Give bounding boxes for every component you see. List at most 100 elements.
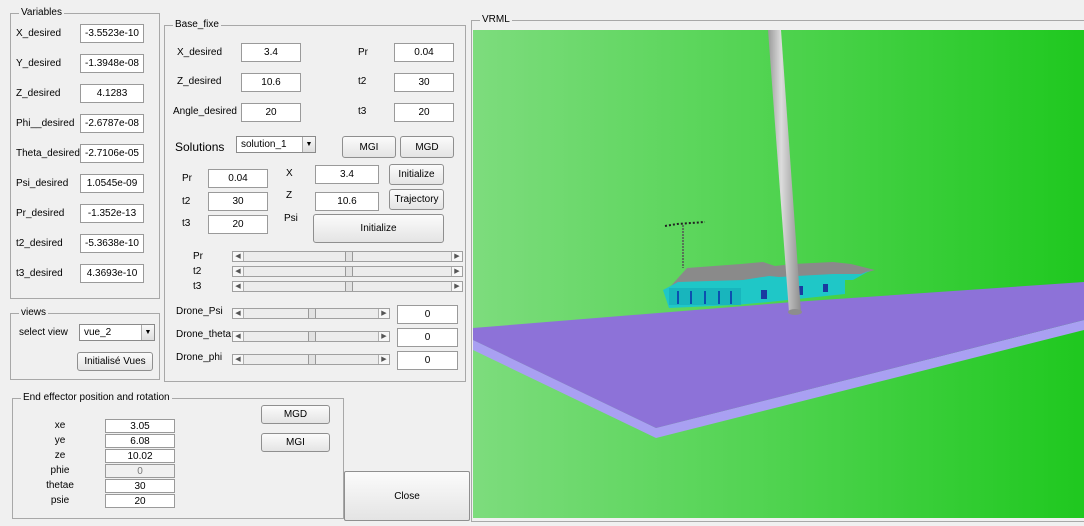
variable-value-field[interactable]: -5.3638e-10 [80, 234, 144, 253]
z-desired-field[interactable]: 10.6 [241, 73, 301, 92]
variable-value-field[interactable]: -3.5523e-10 [80, 24, 144, 43]
ee-label: phie [50, 465, 70, 476]
ee-value-field: 10.02 [105, 449, 175, 463]
variable-label: t2_desired [16, 238, 63, 249]
chevron-down-icon[interactable]: ▼ [141, 325, 154, 340]
pr2-field[interactable]: 0.04 [208, 169, 268, 188]
slider-thumb[interactable] [308, 332, 316, 341]
ee-label: psie [50, 495, 70, 506]
mgd-button[interactable]: MGD [400, 136, 454, 158]
ee-mgd-button[interactable]: MGD [261, 405, 330, 424]
t2-label: t2 [358, 76, 367, 87]
variable-label: Theta_desired [16, 148, 80, 159]
mgi-button[interactable]: MGI [342, 136, 396, 158]
slider-left-arrow-icon[interactable]: ◀ [233, 282, 244, 291]
slider-label: Pr [193, 251, 203, 262]
vrml-pole-base [788, 309, 802, 315]
x-desired-field[interactable]: 3.4 [241, 43, 301, 62]
initialise-views-button[interactable]: Initialisé Vues [77, 352, 153, 371]
variable-value-field[interactable]: -1.352e-13 [80, 204, 144, 223]
views-title: views [19, 307, 49, 319]
variable-value-field[interactable]: 4.1283 [80, 84, 144, 103]
slider-right-arrow-icon[interactable]: ▶ [378, 309, 389, 318]
trajectory-button[interactable]: Trajectory [389, 189, 444, 210]
slider-thumb[interactable] [345, 282, 353, 291]
slider-thumb[interactable] [345, 252, 353, 261]
variable-value-field[interactable]: -1.3948e-08 [80, 54, 144, 73]
drone-value-field[interactable]: 0 [397, 328, 458, 347]
ee-value-field: 3.05 [105, 419, 175, 433]
variables-title: Variables [19, 7, 64, 19]
angle-desired-field[interactable]: 20 [241, 103, 301, 122]
pr-label: Pr [358, 47, 368, 58]
t3b-field[interactable]: 20 [208, 215, 268, 234]
drone-slider-label: Drone_phi [176, 352, 223, 363]
ee-value-field: 6.08 [105, 434, 175, 448]
slider-right-arrow-icon[interactable]: ▶ [378, 332, 389, 341]
t2b-field[interactable]: 30 [208, 192, 268, 211]
x-field[interactable]: 3.4 [315, 165, 379, 184]
solutions-label: Solutions [175, 140, 225, 154]
slider-right-arrow-icon[interactable]: ▶ [378, 355, 389, 364]
variable-value-field[interactable]: 1.0545e-09 [80, 174, 144, 193]
drone-slider[interactable]: ◀ ▶ [232, 331, 390, 342]
ee-mgi-button[interactable]: MGI [261, 433, 330, 452]
ee-label: ze [54, 450, 66, 461]
t2b-label: t2 [182, 196, 191, 207]
angle-desired-label: Angle_desired [173, 106, 237, 117]
solutions-select-value: solution_1 [241, 139, 287, 150]
t3b-label: t3 [182, 218, 191, 229]
ee-label: ye [54, 435, 66, 446]
view-select[interactable]: vue_2 ▼ [79, 324, 155, 341]
slider-thumb[interactable] [308, 355, 316, 364]
slider-thumb[interactable] [345, 267, 353, 276]
slider-right-arrow-icon[interactable]: ▶ [451, 282, 462, 291]
close-button[interactable]: Close [344, 471, 470, 521]
ee-label: xe [54, 420, 66, 431]
select-view-label: select view [19, 327, 68, 338]
drone-slider[interactable]: ◀ ▶ [232, 354, 390, 365]
ee-value-field: 0 [105, 464, 175, 478]
x-label: X [286, 168, 293, 179]
end-effector-title: End effector position and rotation [21, 392, 172, 404]
drone-value-field[interactable]: 0 [397, 351, 458, 370]
variable-value-field[interactable]: 4.3693e-10 [80, 264, 144, 283]
slider-left-arrow-icon[interactable]: ◀ [233, 267, 244, 276]
variable-value-field[interactable]: -2.7106e-05 [80, 144, 144, 163]
joint-slider[interactable]: ◀ ▶ [232, 281, 463, 292]
ee-value-field: 20 [105, 494, 175, 508]
solutions-select[interactable]: solution_1 ▼ [236, 136, 316, 153]
z-field[interactable]: 10.6 [315, 192, 379, 211]
slider-right-arrow-icon[interactable]: ▶ [451, 252, 462, 261]
pr-field[interactable]: 0.04 [394, 43, 454, 62]
vrml-title: VRML [480, 14, 512, 26]
slider-left-arrow-icon[interactable]: ◀ [233, 355, 244, 364]
variable-label: Phi__desired [16, 118, 75, 129]
variable-value-field[interactable]: -2.6787e-08 [80, 114, 144, 133]
slider-thumb[interactable] [308, 309, 316, 318]
initialize-large-button[interactable]: Initialize [313, 214, 444, 243]
slider-left-arrow-icon[interactable]: ◀ [233, 332, 244, 341]
ee-label: thetae [46, 480, 74, 491]
variable-label: t3_desired [16, 268, 63, 279]
drone-slider-label: Drone_theta [176, 329, 232, 340]
z-desired-label: Z_desired [177, 76, 222, 87]
joint-slider[interactable]: ◀ ▶ [232, 266, 463, 277]
slider-label: t3 [193, 281, 202, 292]
initialize-small-button[interactable]: Initialize [389, 164, 444, 185]
joint-slider[interactable]: ◀ ▶ [232, 251, 463, 262]
slider-right-arrow-icon[interactable]: ▶ [451, 267, 462, 276]
drone-slider[interactable]: ◀ ▶ [232, 308, 390, 319]
slider-left-arrow-icon[interactable]: ◀ [233, 252, 244, 261]
x-desired-label: X_desired [177, 47, 223, 58]
t2-field[interactable]: 30 [394, 73, 454, 92]
variable-label: Z_desired [16, 88, 61, 99]
vrml-viewport[interactable] [473, 30, 1084, 518]
base-fixe-title: Base_fixe [173, 19, 221, 31]
slider-left-arrow-icon[interactable]: ◀ [233, 309, 244, 318]
variable-label: Pr_desired [16, 208, 65, 219]
chevron-down-icon[interactable]: ▼ [302, 137, 315, 152]
t3-field[interactable]: 20 [394, 103, 454, 122]
drone-value-field[interactable]: 0 [397, 305, 458, 324]
drone-slider-label: Drone_Psi [176, 306, 223, 317]
